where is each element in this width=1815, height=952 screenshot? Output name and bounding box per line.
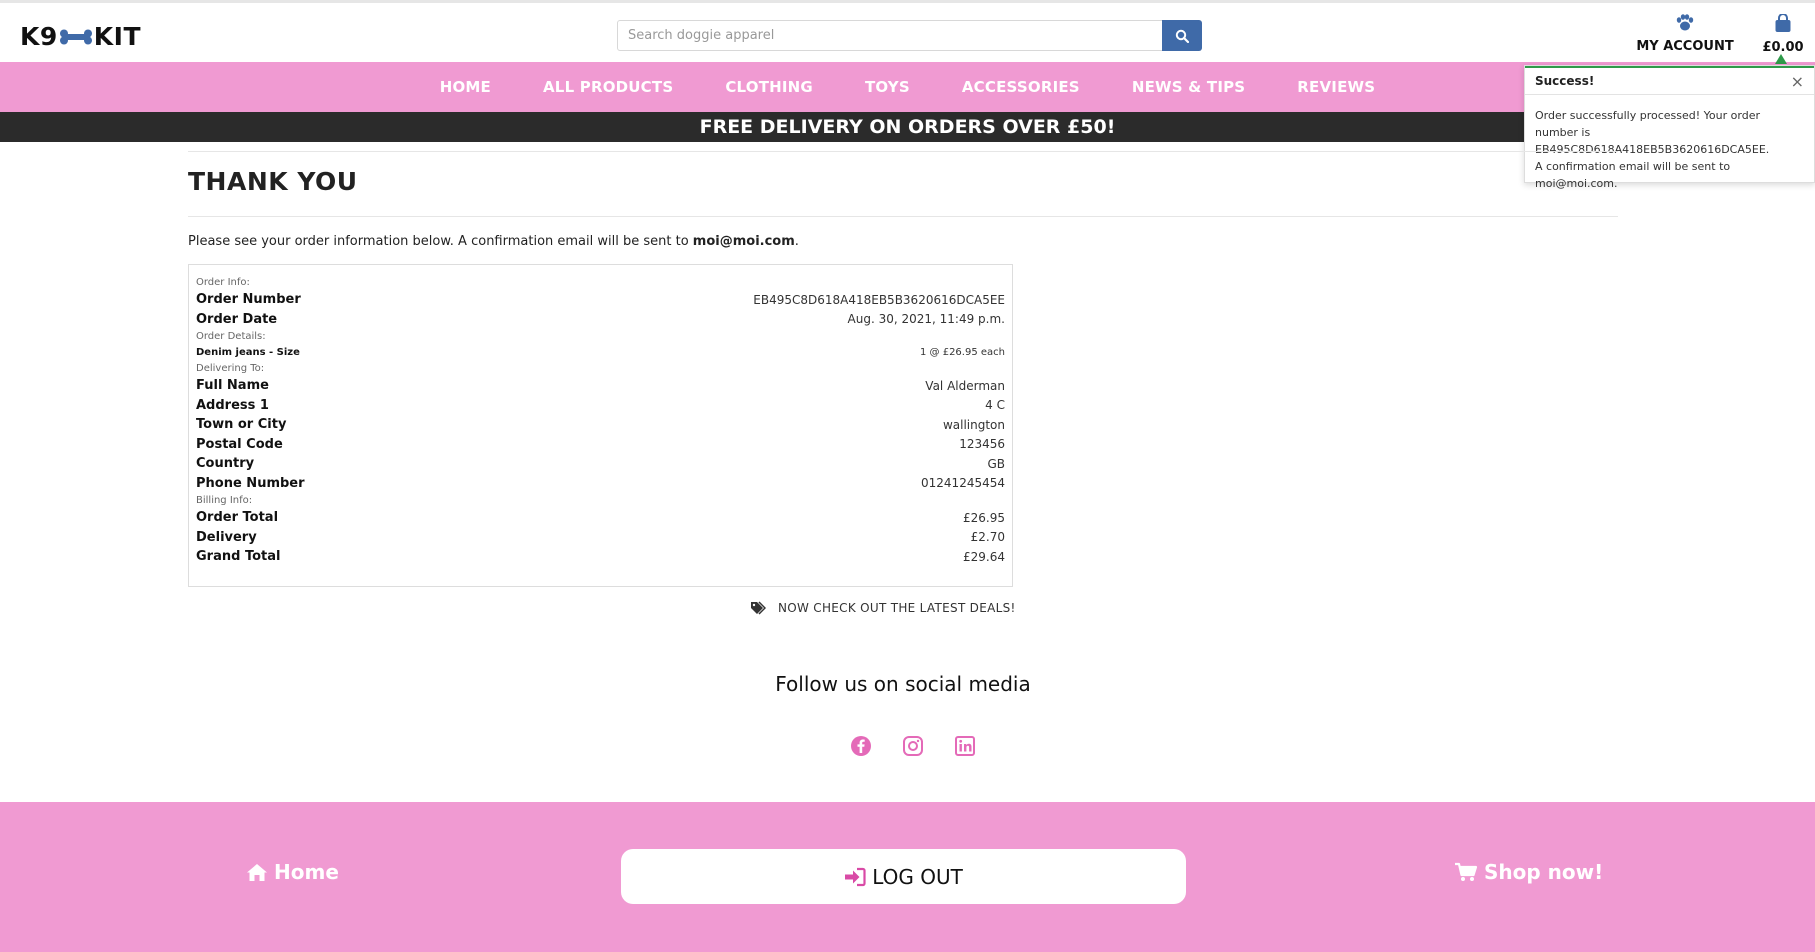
- item-quantity: 1 @ £26.95 each: [919, 347, 1005, 358]
- postal-row: Postal Code 123456: [196, 435, 1005, 455]
- social-links: [850, 735, 976, 757]
- shopping-cart-icon: [1455, 862, 1478, 881]
- address1-value: 4 C: [985, 398, 1005, 413]
- nav-news-tips[interactable]: NEWS & TIPS: [1106, 78, 1271, 96]
- cart-link[interactable]: £0.00: [1756, 13, 1810, 55]
- order-info-label: Order Info:: [196, 277, 250, 288]
- grand-total-label: Grand Total: [196, 549, 281, 565]
- linkedin-icon[interactable]: [954, 735, 976, 757]
- delivery-label: Delivery: [196, 529, 257, 545]
- delivering-to-label: Delivering To:: [196, 363, 265, 374]
- delivery-value: £2.70: [970, 530, 1005, 545]
- order-number-row: Order Number EB495C8D618A418EB5B3620616D…: [196, 290, 1005, 310]
- logo-text-right: KIT: [93, 22, 142, 51]
- item-name: Denim jeans - Size: [196, 347, 300, 358]
- order-number-value: EB495C8D618A418EB5B3620616DCA5EE: [753, 292, 1005, 307]
- phone-label: Phone Number: [196, 475, 305, 491]
- nav-home[interactable]: HOME: [414, 78, 517, 96]
- footer-shop-link[interactable]: Shop now!: [1454, 860, 1603, 884]
- order-total-label: Order Total: [196, 510, 279, 526]
- country-label: Country: [196, 456, 255, 472]
- tags-icon: [751, 601, 766, 615]
- logo-text-left: K9: [20, 22, 58, 51]
- social-heading: Follow us on social media: [775, 672, 1031, 696]
- grand-total-row: Grand Total £29.64: [196, 547, 1005, 567]
- confirmation-email: moi@moi.com: [692, 234, 795, 249]
- search-button[interactable]: [1162, 20, 1202, 51]
- page-title: THANK YOU: [188, 167, 358, 196]
- country-row: Country GB: [196, 454, 1005, 474]
- order-date-label: Order Date: [196, 311, 278, 327]
- postal-label: Postal Code: [196, 436, 283, 452]
- full-name-row: Full Name Val Alderman: [196, 376, 1005, 396]
- success-toast: Success! × Order successfully processed!…: [1524, 65, 1815, 190]
- my-account-label: MY ACCOUNT: [1636, 39, 1734, 54]
- divider: [188, 216, 1618, 217]
- phone-row: Phone Number 01241245454: [196, 474, 1005, 494]
- order-details-label: Order Details:: [196, 331, 266, 342]
- my-account-link[interactable]: MY ACCOUNT: [1630, 14, 1740, 54]
- home-icon: [247, 863, 267, 881]
- intro-label: Please see your order information below.…: [188, 234, 693, 249]
- address1-label: Address 1: [196, 397, 269, 413]
- sign-in-icon: [845, 867, 866, 886]
- shopping-bag-icon: [1775, 13, 1791, 32]
- intro-text: Please see your order information below.…: [188, 234, 799, 249]
- toast-arrow: [1775, 54, 1787, 64]
- order-number-label: Order Number: [196, 292, 301, 308]
- nav-toys[interactable]: TOYS: [839, 78, 936, 96]
- search-icon: [1175, 29, 1189, 43]
- search-input[interactable]: [617, 20, 1163, 51]
- footer-home-label: Home: [274, 860, 339, 884]
- toast-message: Order successfully processed! Your order…: [1535, 109, 1770, 190]
- order-date-value: Aug. 30, 2021, 11:49 p.m.: [847, 312, 1005, 327]
- town-row: Town or City wallington: [196, 415, 1005, 435]
- postal-value: 123456: [959, 437, 1005, 452]
- order-item-row: Denim jeans - Size 1 @ £26.95 each: [196, 344, 1005, 361]
- bone-icon: [59, 29, 92, 44]
- logout-label: LOG OUT: [872, 864, 963, 889]
- town-label: Town or City: [196, 417, 287, 433]
- intro-end: .: [794, 234, 799, 249]
- divider: [188, 151, 1618, 152]
- nav-accessories[interactable]: ACCESSORIES: [936, 78, 1106, 96]
- logout-button[interactable]: LOG OUT: [621, 849, 1186, 904]
- footer-shop-label: Shop now!: [1484, 860, 1604, 884]
- nav-reviews[interactable]: REVIEWS: [1271, 78, 1401, 96]
- full-name-value: Val Alderman: [925, 378, 1005, 393]
- cart-total: £0.00: [1762, 40, 1804, 55]
- nav-all-products[interactable]: ALL PRODUCTS: [517, 78, 699, 96]
- order-date-row: Order Date Aug. 30, 2021, 11:49 p.m.: [196, 310, 1005, 330]
- latest-deals-label: NOW CHECK OUT THE LATEST DEALS!: [778, 601, 1016, 615]
- order-total-row: Order Total £26.95: [196, 508, 1005, 528]
- order-summary: Order Info: Order Number EB495C8D618A418…: [188, 264, 1013, 587]
- country-value: GB: [987, 456, 1005, 471]
- paw-icon: [1676, 14, 1694, 31]
- order-total-value: £26.95: [963, 510, 1005, 525]
- address1-row: Address 1 4 C: [196, 396, 1005, 416]
- nav-clothing[interactable]: CLOTHING: [699, 78, 839, 96]
- town-value: wallington: [942, 417, 1005, 432]
- top-border: [0, 0, 1815, 3]
- billing-info-label: Billing Info:: [196, 495, 253, 506]
- latest-deals-link[interactable]: NOW CHECK OUT THE LATEST DEALS!: [750, 601, 1016, 615]
- delivery-row: Delivery £2.70: [196, 528, 1005, 548]
- footer-home-link[interactable]: Home: [246, 860, 339, 884]
- phone-value: 01241245454: [921, 476, 1005, 491]
- toast-title: Success!: [1525, 66, 1814, 95]
- instagram-icon[interactable]: [902, 735, 924, 757]
- full-name-label: Full Name: [196, 378, 269, 394]
- close-icon[interactable]: ×: [1791, 72, 1804, 91]
- facebook-icon[interactable]: [850, 735, 872, 757]
- grand-total-value: £29.64: [963, 549, 1005, 564]
- brand-logo[interactable]: K9 KIT: [20, 22, 141, 51]
